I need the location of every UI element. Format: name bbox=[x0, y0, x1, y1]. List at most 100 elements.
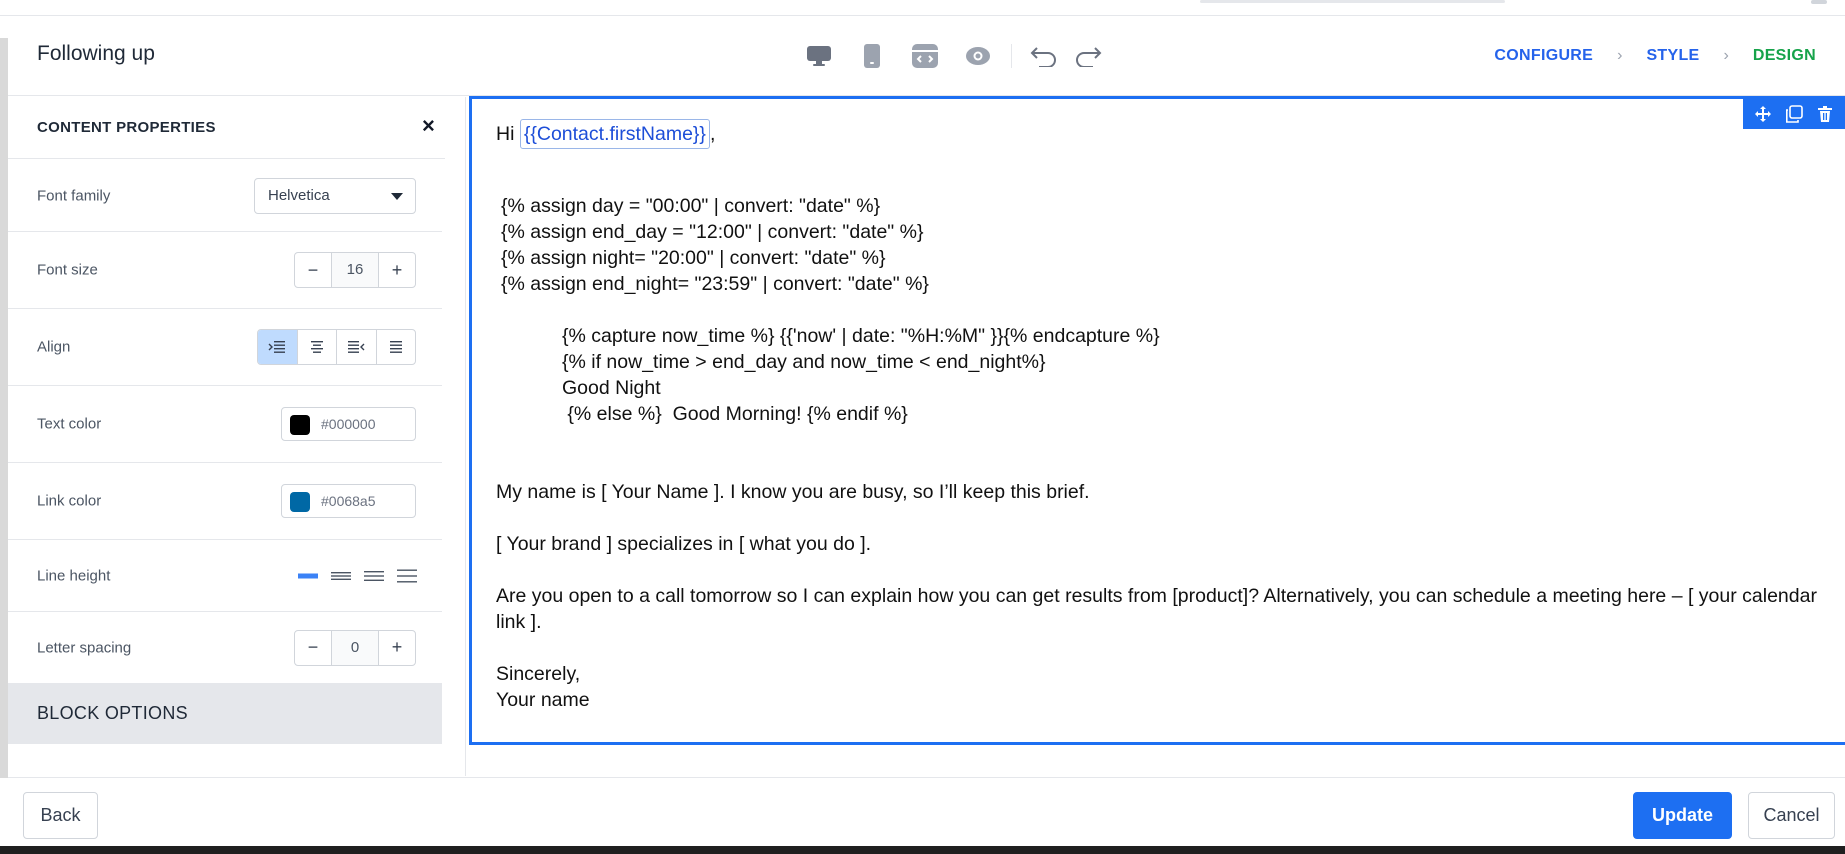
greeting-line: Hi {{Contact.firstName}}, bbox=[496, 119, 1836, 151]
intro-paragraph: My name is [ Your Name ]. I know you are… bbox=[496, 481, 1090, 503]
align-justify-icon bbox=[389, 341, 402, 353]
preview-eye-icon bbox=[966, 47, 990, 65]
code-line: {% assign end_day = "12:00" | convert: "… bbox=[501, 221, 924, 243]
liquid-condition-block: {% capture now_time %} {{'now' | date: "… bbox=[496, 323, 1836, 427]
align-row: Align bbox=[8, 309, 442, 386]
panel-divider bbox=[465, 97, 466, 776]
email-text-block[interactable]: Hi {{Contact.firstName}}, {% assign day … bbox=[469, 96, 1845, 745]
toolbar-divider bbox=[1011, 44, 1012, 68]
preview-button[interactable] bbox=[962, 40, 994, 72]
merge-tag-first-name[interactable]: {{Contact.firstName}} bbox=[519, 119, 710, 149]
code-view-button[interactable] bbox=[909, 40, 941, 72]
panel-body: Font family Helvetica Font size − 16 + A… bbox=[8, 160, 445, 776]
email-content[interactable]: Hi {{Contact.firstName}}, {% assign day … bbox=[496, 119, 1836, 713]
align-center-button[interactable] bbox=[298, 330, 337, 364]
letter-spacing-row: Letter spacing − 0 + bbox=[8, 612, 442, 684]
code-view-icon bbox=[912, 44, 938, 68]
update-button[interactable]: Update bbox=[1633, 792, 1732, 839]
letter-spacing-label: Letter spacing bbox=[37, 639, 132, 656]
caret-down-icon bbox=[391, 192, 403, 200]
closing-text: Sincerely, bbox=[496, 663, 581, 685]
align-left-button[interactable] bbox=[258, 330, 298, 364]
line-height-medium-button[interactable] bbox=[364, 568, 384, 584]
line-height-options bbox=[298, 568, 417, 584]
content-properties-panel: CONTENT PROPERTIES × Font family Helveti… bbox=[8, 97, 445, 776]
redo-icon bbox=[1076, 47, 1102, 67]
font-family-value: Helvetica bbox=[268, 186, 330, 204]
page-title: Following up bbox=[37, 42, 155, 65]
step-style[interactable]: STYLE bbox=[1646, 47, 1699, 65]
code-line: {% capture now_time %} {{'now' | date: "… bbox=[562, 325, 1160, 347]
align-button-group bbox=[257, 329, 416, 365]
text-color-value: #000000 bbox=[321, 416, 376, 432]
align-center-icon bbox=[310, 341, 323, 353]
redo-button[interactable] bbox=[1072, 40, 1104, 72]
chevron-right-icon: › bbox=[1617, 47, 1623, 64]
close-icon[interactable]: × bbox=[422, 113, 435, 139]
letter-spacing-decrement-button[interactable]: − bbox=[295, 631, 331, 665]
line-height-row: Line height bbox=[8, 540, 442, 612]
line-height-compact-icon bbox=[298, 573, 318, 578]
back-button[interactable]: Back bbox=[23, 792, 98, 839]
font-size-increment-button[interactable]: + bbox=[379, 253, 415, 287]
font-size-decrement-button[interactable]: − bbox=[295, 253, 331, 287]
mobile-view-button[interactable] bbox=[856, 40, 888, 72]
block-options-title: BLOCK OPTIONS bbox=[37, 703, 188, 723]
line-height-large-button[interactable] bbox=[397, 568, 417, 584]
wizard-steps: CONFIGURE › STYLE › DESIGN bbox=[1494, 47, 1816, 65]
call-to-action-paragraph: Are you open to a call tomorrow so I can… bbox=[496, 585, 1817, 633]
letter-spacing-stepper: − 0 + bbox=[294, 629, 416, 666]
step-configure[interactable]: CONFIGURE bbox=[1494, 47, 1593, 65]
align-left-icon bbox=[268, 341, 286, 353]
code-line: {% else %} Good Morning! {% endif %} bbox=[562, 403, 908, 425]
cancel-button[interactable]: Cancel bbox=[1748, 792, 1835, 839]
undo-button[interactable] bbox=[1028, 40, 1060, 72]
code-line: {% assign night= "20:00" | convert: "dat… bbox=[501, 247, 886, 269]
font-family-label: Font family bbox=[37, 187, 111, 204]
text-color-swatch bbox=[290, 415, 310, 435]
align-right-icon bbox=[348, 341, 365, 353]
link-color-swatch bbox=[290, 492, 310, 512]
greeting-suffix: , bbox=[709, 123, 716, 145]
align-label: Align bbox=[37, 338, 71, 356]
letter-spacing-increment-button[interactable]: + bbox=[379, 631, 415, 665]
bottom-taskbar-strip bbox=[0, 846, 1845, 854]
line-height-small-button[interactable] bbox=[331, 568, 351, 584]
line-height-small-icon bbox=[331, 571, 351, 580]
text-color-picker[interactable]: #000000 bbox=[281, 407, 416, 441]
text-color-label: Text color bbox=[37, 415, 102, 433]
font-size-value[interactable]: 16 bbox=[331, 253, 379, 287]
letter-spacing-value[interactable]: 0 bbox=[331, 630, 379, 665]
font-family-select[interactable]: Helvetica bbox=[254, 177, 416, 214]
font-size-row: Font size − 16 + bbox=[8, 232, 442, 309]
align-right-button[interactable] bbox=[337, 330, 377, 364]
step-design[interactable]: DESIGN bbox=[1753, 47, 1816, 65]
left-edge-scrollbar bbox=[0, 38, 8, 778]
code-line: {% assign day = "00:00" | convert: "date… bbox=[501, 195, 881, 217]
code-line: {% if now_time > end_day and now_time < … bbox=[562, 351, 1046, 373]
property-list: Font family Helvetica Font size − 16 + A… bbox=[8, 160, 442, 744]
font-size-stepper: − 16 + bbox=[294, 252, 416, 288]
block-options-section[interactable]: BLOCK OPTIONS bbox=[8, 684, 442, 744]
brand-paragraph: [ Your brand ] specializes in [ what you… bbox=[496, 533, 872, 555]
liquid-assign-block: {% assign day = "00:00" | convert: "date… bbox=[496, 193, 1836, 297]
font-size-label: Font size bbox=[37, 261, 98, 279]
link-color-value: #0068a5 bbox=[321, 493, 376, 509]
top-strip bbox=[0, 0, 1845, 16]
link-color-picker[interactable]: #0068a5 bbox=[281, 484, 416, 518]
editor-footer: Back Update Cancel bbox=[8, 777, 1845, 845]
code-line: Good Night bbox=[562, 377, 661, 399]
text-color-row: Text color #000000 bbox=[8, 386, 442, 463]
align-justify-button[interactable] bbox=[377, 330, 416, 364]
editor-header: Following up CONFIGURE › STYLE › DESIGN bbox=[8, 16, 1845, 96]
line-height-compact-button[interactable] bbox=[298, 568, 318, 584]
mobile-view-icon bbox=[864, 44, 880, 68]
desktop-view-icon bbox=[807, 46, 831, 66]
desktop-view-button[interactable] bbox=[803, 40, 835, 72]
font-family-row: Font family Helvetica bbox=[8, 160, 442, 232]
undo-icon bbox=[1030, 47, 1056, 67]
view-toolbar bbox=[803, 40, 1116, 72]
link-color-label: Link color bbox=[37, 492, 102, 510]
address-bar-fragment bbox=[1200, 0, 1505, 3]
line-height-large-icon bbox=[397, 569, 417, 582]
